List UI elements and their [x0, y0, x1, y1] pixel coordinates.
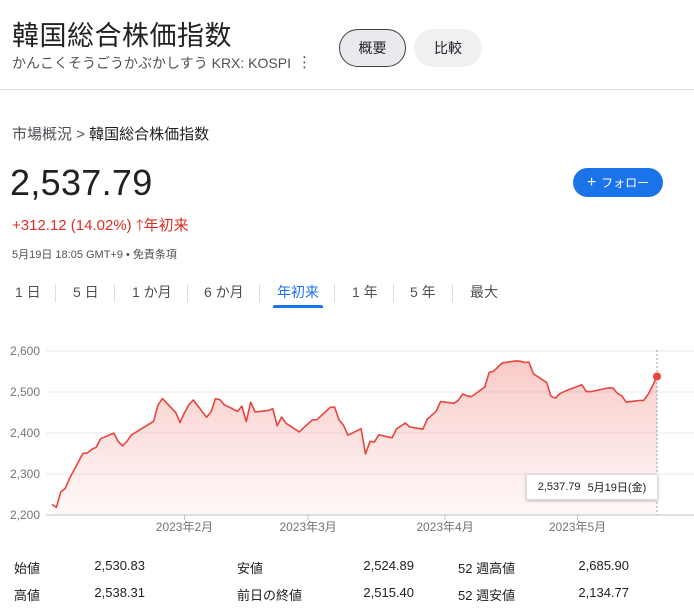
range-ytd[interactable]: 年初来	[277, 282, 319, 302]
page-subtitle: かんこくそうごうかぶかしすう KRX: KOSPI	[12, 55, 291, 71]
range-sep	[114, 284, 115, 302]
breadcrumb: 市場概況 > 韓国総合株価指数	[12, 123, 209, 144]
stat-52w-low-value: 2,134.77	[578, 585, 629, 600]
stat-low-label: 安値	[237, 561, 264, 576]
stat-52w-low-label: 52 週安値	[458, 588, 516, 603]
stat-52w-high-label: 52 週高値	[458, 561, 516, 576]
range-6m[interactable]: 6 か月	[204, 282, 244, 302]
breadcrumb-parent[interactable]: 市場概況	[12, 126, 72, 143]
current-price: 2,537.79	[10, 162, 153, 203]
x-tick-label: 2023年2月	[156, 520, 213, 534]
x-tick-label: 2023年4月	[416, 520, 473, 534]
tooltip-date: 5月19日(金)	[587, 482, 647, 494]
stat-low-value: 2,524.89	[363, 558, 414, 573]
tab-overview[interactable]: 概要	[339, 29, 406, 67]
range-sep	[334, 284, 335, 302]
change-value: +312.12 (14.02%)	[12, 217, 132, 234]
follow-button[interactable]: + フォロー	[573, 168, 663, 197]
range-1y[interactable]: 1 年	[352, 282, 378, 302]
header-divider	[0, 89, 694, 90]
y-tick-label: 2,400	[10, 426, 40, 440]
tab-compare[interactable]: 比較	[414, 29, 482, 67]
range-selector: 1 日 5 日 1 か月 6 か月 年初来 1 年 5 年 最大	[0, 282, 694, 310]
stat-prev-close-value: 2,515.40	[363, 585, 414, 600]
range-5d[interactable]: 5 日	[73, 282, 99, 302]
range-1d[interactable]: 1 日	[15, 282, 41, 302]
x-tick-label: 2023年3月	[279, 520, 336, 534]
range-sep	[259, 284, 260, 302]
range-max[interactable]: 最大	[470, 282, 498, 302]
stat-high-label: 高値	[14, 588, 41, 603]
breadcrumb-separator: >	[76, 126, 85, 143]
page-title: 韓国総合株価指数	[12, 21, 232, 51]
chart-tooltip: 2,537.79 5月19日(金)	[526, 474, 658, 500]
stat-open-label: 始値	[14, 561, 41, 576]
tooltip-value: 2,537.79	[537, 481, 581, 493]
range-sep	[452, 284, 453, 302]
x-tick-label: 2023年5月	[549, 520, 606, 534]
timestamp: 5月19日 18:05 GMT+9 • 免責条項	[12, 249, 177, 261]
y-tick-label: 2,600	[10, 344, 40, 358]
active-range-underline	[273, 305, 323, 308]
breadcrumb-current: 韓国総合株価指数	[89, 126, 210, 143]
stat-high-value: 2,538.31	[94, 585, 145, 600]
plus-icon: +	[586, 173, 597, 191]
range-1m[interactable]: 1 か月	[132, 282, 172, 302]
y-tick-label: 2,200	[10, 508, 40, 522]
stat-open-value: 2,530.83	[94, 558, 145, 573]
range-sep	[393, 284, 394, 302]
range-5y[interactable]: 5 年	[410, 282, 436, 302]
follow-label: フォロー	[601, 176, 650, 190]
range-sep	[55, 284, 56, 302]
y-tick-label: 2,500	[10, 385, 40, 399]
last-point-marker	[653, 372, 661, 381]
price-chart[interactable]: 2,600 2,500 2,400 2,300 2,200 2023年2月 2023年3月…	[0, 330, 694, 545]
vertical-dots-icon[interactable]: ⋮	[297, 53, 312, 71]
stat-52w-high-value: 2,685.90	[578, 558, 629, 573]
range-sep	[187, 284, 188, 302]
change-period: 年初来	[143, 217, 189, 234]
stat-prev-close-label: 前日の終値	[237, 588, 303, 603]
price-change: +312.12 (14.02%) 🡑年初来	[12, 214, 189, 240]
arrow-up-icon: 🡑	[135, 217, 144, 234]
y-tick-label: 2,300	[10, 467, 40, 481]
